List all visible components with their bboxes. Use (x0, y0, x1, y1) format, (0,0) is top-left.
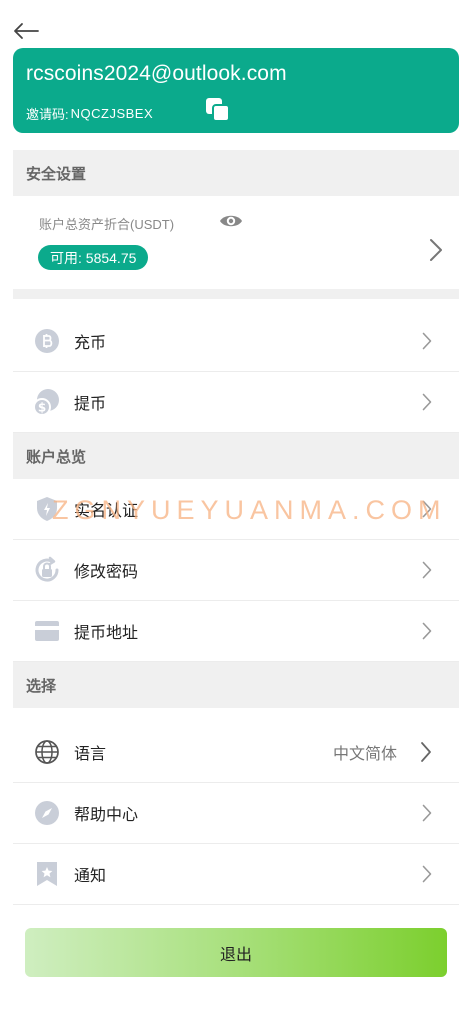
copy-icon (206, 98, 230, 122)
chevron-right-icon (422, 561, 432, 579)
available-balance-badge: 可用: 5854.75 (38, 245, 149, 270)
chevron-right-icon (422, 804, 432, 822)
bookmark-star-icon (33, 860, 61, 888)
shield-icon (33, 495, 61, 523)
menu-item-label: 帮助中心 (74, 805, 139, 824)
lock-refresh-icon (33, 556, 61, 584)
chevron-right-icon[interactable] (429, 238, 443, 262)
chevron-right-icon (422, 332, 432, 350)
account-card: rcscoins2024@outlook.com 邀请码: NQCZJSBEX (13, 48, 459, 133)
chevron-right-icon (422, 865, 432, 883)
invite-code: NQCZJSBEX (70, 106, 154, 121)
card-icon (33, 617, 61, 645)
eye-icon[interactable] (219, 212, 243, 230)
arrow-left-icon (14, 23, 39, 39)
menu-item-label: 修改密码 (74, 562, 139, 581)
logout-button[interactable]: 退出 (25, 928, 447, 977)
coin-deposit-icon (33, 327, 61, 355)
menu-item-deposit[interactable]: 充币 (13, 311, 459, 372)
section-select: 选择 (13, 662, 459, 708)
chevron-right-icon (421, 742, 431, 762)
chevron-right-icon (422, 622, 432, 640)
svg-text:$: $ (38, 401, 46, 415)
divider (13, 289, 459, 299)
menu-item-change-password[interactable]: 修改密码 (13, 540, 459, 601)
language-value: 中文简体 (332, 744, 397, 763)
menu-item-label: 通知 (74, 866, 107, 885)
menu-item-label: 充币 (74, 333, 107, 352)
menu-item-label: 实名认证 (74, 501, 139, 520)
chevron-right-icon (422, 393, 432, 411)
chevron-right-icon (422, 500, 432, 518)
menu-item-withdraw[interactable]: $ 提币 (13, 372, 459, 433)
compass-icon (33, 799, 61, 827)
copy-button[interactable] (204, 96, 232, 124)
asset-summary[interactable]: 账户总资产折合(USDT) 可用: 5854.75 (13, 196, 459, 288)
menu-item-language[interactable]: 语言 中文简体 (13, 722, 459, 783)
invite-code-row: 邀请码: NQCZJSBEX (26, 104, 153, 123)
account-email: rcscoins2024@outlook.com (26, 62, 287, 85)
section-overview: 账户总览 (13, 433, 459, 479)
globe-icon (33, 738, 61, 766)
menu-item-label: 提币 (74, 394, 107, 413)
menu-item-notifications[interactable]: 通知 (13, 844, 459, 905)
menu-item-identity-verification[interactable]: 实名认证 (13, 479, 459, 540)
menu-item-label: 语言 (74, 744, 107, 763)
coin-withdraw-icon: $ (33, 388, 61, 416)
back-button[interactable] (12, 18, 42, 44)
invite-label: 邀请码: (26, 107, 69, 122)
menu-item-label: 提币地址 (74, 623, 139, 642)
menu-item-help-center[interactable]: 帮助中心 (13, 783, 459, 844)
asset-label: 账户总资产折合(USDT) (39, 217, 175, 232)
menu-item-withdraw-address[interactable]: 提币地址 (13, 601, 459, 662)
section-security: 安全设置 (13, 150, 459, 196)
